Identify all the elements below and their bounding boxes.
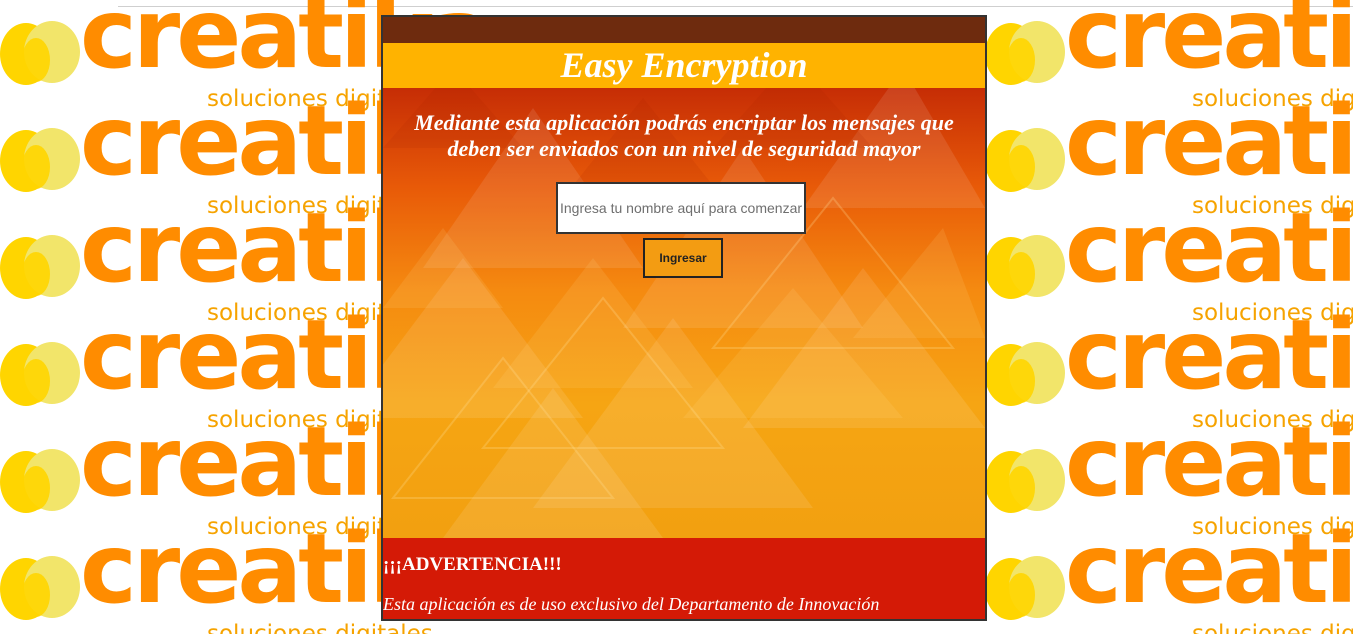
brand-wordmark: creatika (1065, 299, 1353, 411)
brand-tile: creatikasoluciones digitales (0, 521, 494, 634)
brand-wordmark: creatika (1065, 85, 1353, 197)
brand-tagline: soluciones digitales (207, 621, 433, 634)
warning-text: Esta aplicación es de uso exclusivo del … (383, 594, 880, 614)
title-bar: Easy Encryption (383, 43, 985, 88)
heart-logo-icon (0, 128, 80, 192)
enter-button[interactable]: Ingresar (643, 238, 723, 278)
brand-wordmark: creatika (1065, 406, 1353, 518)
heart-logo-icon (0, 449, 80, 513)
app-title: Easy Encryption (560, 45, 808, 85)
heart-logo-icon (985, 21, 1065, 85)
heart-logo-icon (985, 556, 1065, 620)
warning-title: ¡¡¡ADVERTENCIA!!! (383, 554, 562, 575)
warning-footer: ¡¡¡ADVERTENCIA!!! Esta aplicación es de … (383, 538, 985, 619)
brand-tile: creatikasoluciones digitales (985, 521, 1353, 634)
app-panel: Easy Encryption Mediante esta aplicación… (381, 15, 987, 621)
brand-wordmark: creatika (1065, 513, 1353, 625)
brand-wordmark: creatika (1065, 192, 1353, 304)
brand-wordmark: creatika (1065, 0, 1353, 90)
heart-logo-icon (0, 235, 80, 299)
heart-logo-icon (985, 235, 1065, 299)
intro-text: Mediante esta aplicación podrás encripta… (414, 110, 954, 161)
name-input[interactable] (556, 182, 806, 234)
heart-logo-icon (0, 556, 80, 620)
hero-section: Mediante esta aplicación podrás encripta… (383, 88, 985, 538)
heart-logo-icon (985, 128, 1065, 192)
heart-logo-icon (0, 21, 80, 85)
heart-logo-icon (0, 342, 80, 406)
heart-logo-icon (985, 342, 1065, 406)
heart-logo-icon (985, 449, 1065, 513)
brand-tagline: soluciones digitales (1192, 621, 1353, 634)
panel-top-strip (383, 17, 985, 43)
